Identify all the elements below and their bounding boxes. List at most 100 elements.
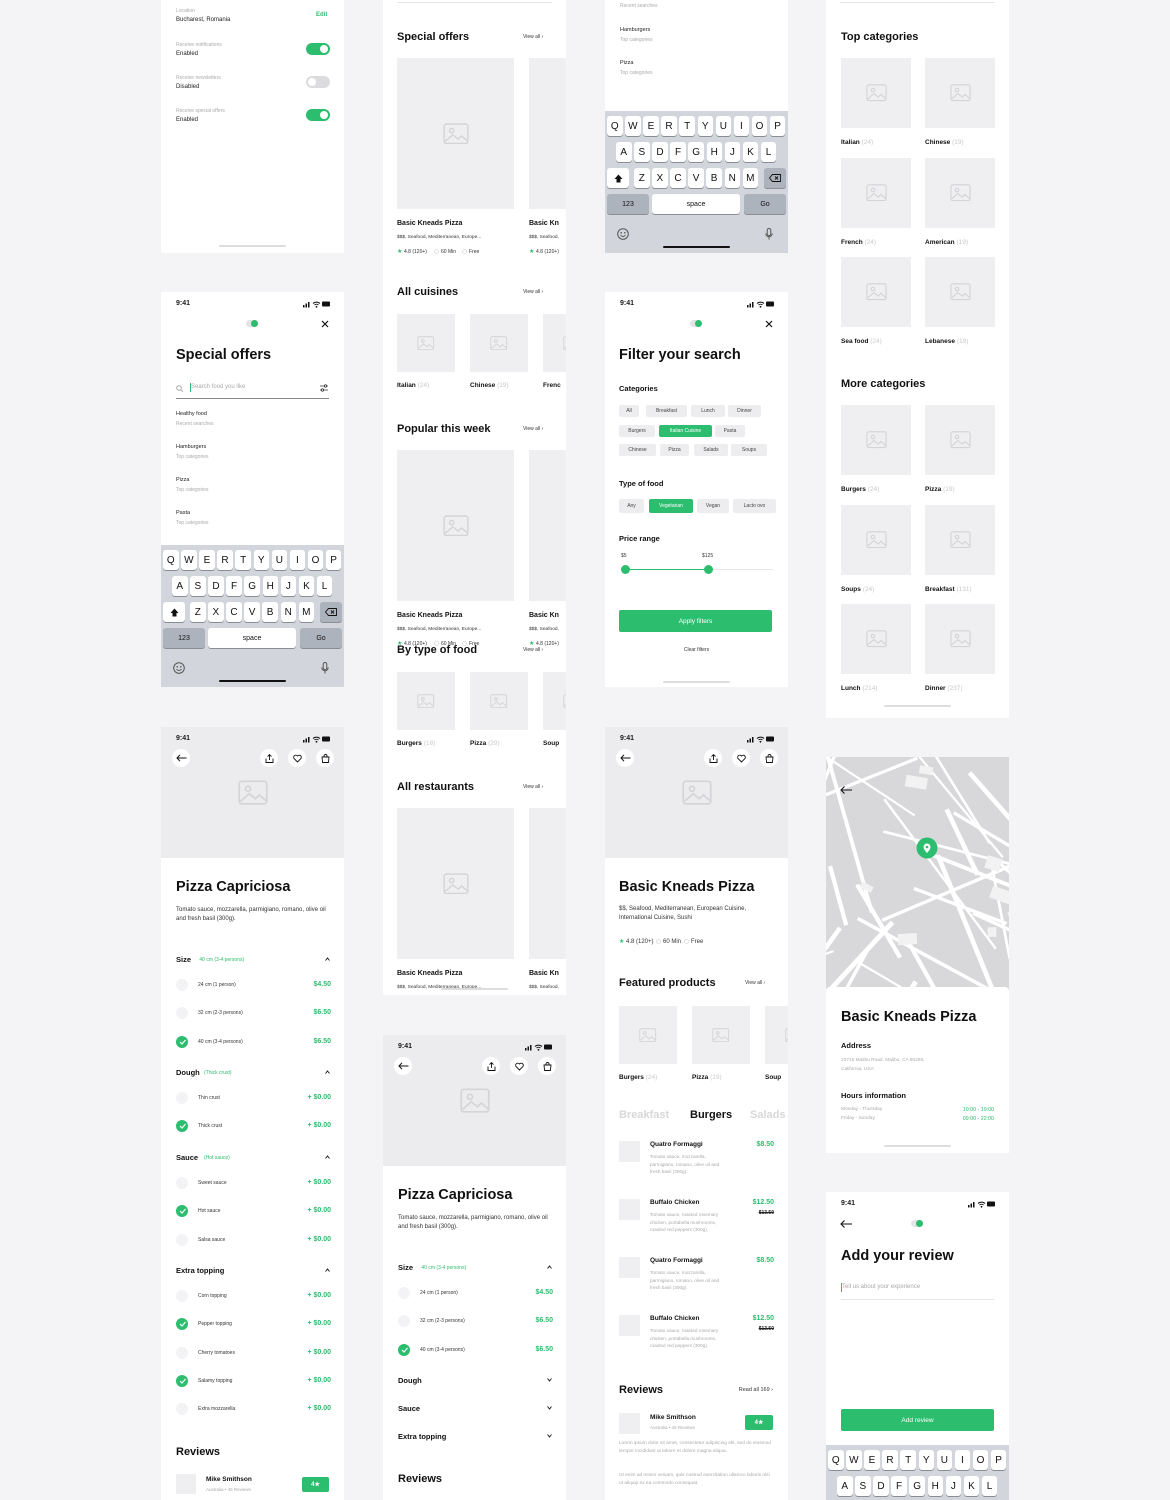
favorite-button[interactable]	[510, 1057, 528, 1075]
key-y[interactable]: Y	[697, 116, 713, 136]
category-tab[interactable]: Burgers	[690, 1109, 732, 1121]
search-suggestion[interactable]: Hamburgers Top categories	[620, 27, 770, 47]
key-n[interactable]: N	[724, 168, 740, 188]
chevron-down-icon[interactable]	[545, 1405, 553, 1411]
key-f[interactable]: F	[670, 142, 686, 162]
category-chip[interactable]: Salads	[694, 444, 728, 456]
key-w[interactable]: W	[846, 1450, 862, 1470]
category-tab[interactable]: Breakfast	[619, 1109, 669, 1121]
category-card[interactable]: Breakfast (131)	[925, 504, 995, 595]
key-h[interactable]: H	[262, 576, 278, 596]
view-all-link[interactable]: View all ›	[523, 34, 543, 40]
key-q[interactable]: Q	[607, 116, 623, 136]
key-d[interactable]: D	[652, 142, 668, 162]
share-button[interactable]	[482, 1057, 500, 1075]
key-s[interactable]: S	[190, 576, 206, 596]
option-row[interactable]: Pepper topping + $0.00	[176, 1318, 331, 1331]
product-row[interactable]: Buffalo Chicken Tomato sauce, roasted ros…	[619, 1199, 774, 1249]
radio-unchecked[interactable]	[176, 1092, 188, 1104]
add-review-button[interactable]: Add review	[841, 1409, 994, 1431]
key-n[interactable]: N	[280, 602, 296, 622]
space-key[interactable]: space	[208, 628, 296, 648]
back-arrow-icon[interactable]	[839, 1219, 853, 1229]
microphone-icon[interactable]	[320, 661, 330, 674]
category-card[interactable]: Soups (24)	[841, 504, 911, 595]
restaurant-card[interactable]: Basic Kn$$$, Seafood, ★4.8 (120+)60 MinF…	[529, 58, 566, 258]
key-g[interactable]: G	[909, 1476, 925, 1496]
key-u[interactable]: U	[936, 1450, 953, 1470]
key-g[interactable]: G	[688, 142, 704, 162]
key-b[interactable]: B	[262, 602, 278, 622]
key-m[interactable]: M	[298, 602, 315, 622]
view-all-link[interactable]: View all ›	[745, 980, 765, 986]
category-card[interactable]: American (19)	[925, 157, 995, 248]
category-card[interactable]: Frenc	[543, 314, 566, 392]
key-t[interactable]: T	[679, 116, 695, 136]
location-pin-icon[interactable]	[916, 837, 938, 859]
restaurant-card[interactable]: Basic Kn$$$, Seafood, ★4.8 (120+)60 MinF…	[529, 450, 566, 650]
key-k[interactable]: K	[963, 1476, 980, 1496]
option-row[interactable]: 40 cm (3-4 persons) $6.50	[398, 1343, 553, 1356]
share-button[interactable]	[704, 749, 722, 767]
key-i[interactable]: I	[289, 550, 306, 570]
key-j[interactable]: J	[280, 576, 297, 596]
category-card[interactable]: French (24)	[841, 157, 911, 248]
product-row[interactable]: Quatro Formaggi Tomato sauce, mozzarella,…	[619, 1141, 774, 1191]
category-chip[interactable]: Breakfast	[646, 405, 687, 417]
key-o[interactable]: O	[307, 550, 324, 570]
key-c[interactable]: C	[670, 168, 686, 188]
cart-button[interactable]	[316, 749, 334, 767]
key-l[interactable]: L	[981, 1476, 998, 1496]
key-u[interactable]: U	[271, 550, 288, 570]
view-all-link[interactable]: View all ›	[523, 426, 543, 432]
radio-unchecked[interactable]	[176, 1403, 188, 1416]
restaurant-card[interactable]: Basic Kneads Pizza $$$, Seafood, Mediterr…	[397, 58, 514, 258]
view-all-link[interactable]: View all ›	[523, 784, 543, 790]
category-card[interactable]: Lunch (214)	[841, 604, 911, 694]
product-row[interactable]: Buffalo Chicken Tomato sauce, roasted ros…	[619, 1315, 774, 1365]
key-x[interactable]: X	[208, 602, 224, 622]
radio-unchecked[interactable]	[176, 1346, 188, 1359]
category-chip[interactable]: Pizza	[660, 444, 689, 456]
radio-unchecked[interactable]	[176, 1290, 188, 1302]
price-slider-handle[interactable]	[703, 565, 713, 574]
radio-checked[interactable]	[176, 1374, 188, 1387]
close-icon[interactable]	[764, 319, 774, 329]
radio-unchecked[interactable]	[176, 1177, 188, 1189]
option-row[interactable]: Thin crust + $0.00	[176, 1092, 331, 1104]
key-l[interactable]: L	[760, 142, 777, 162]
key-v[interactable]: V	[688, 168, 704, 188]
category-card[interactable]: Italian (24)	[841, 58, 911, 148]
chevron-up-icon[interactable]	[323, 1069, 331, 1075]
search-suggestion[interactable]: Pizza Top categories	[620, 60, 770, 80]
category-card[interactable]: Soup	[543, 672, 566, 750]
restaurant-card[interactable]: Basic Kneads Pizza $$$, Seafood, Mediterr…	[397, 808, 514, 995]
key-q[interactable]: Q	[163, 550, 179, 570]
key-u[interactable]: U	[715, 116, 732, 136]
edit-location-link[interactable]: Edit	[316, 12, 327, 18]
radio-unchecked[interactable]	[176, 979, 188, 991]
option-row[interactable]: Thick crust + $0.00	[176, 1120, 331, 1133]
category-card[interactable]: Italian (24)	[397, 314, 455, 392]
search-suggestion[interactable]: Pasta Top categories	[176, 510, 326, 530]
key-k[interactable]: K	[298, 576, 315, 596]
key-g[interactable]: G	[244, 576, 260, 596]
chevron-down-icon[interactable]	[545, 1433, 553, 1439]
restaurant-card[interactable]: Basic Kneads Pizza $$$, Seafood, Mediterr…	[397, 450, 514, 650]
emoji-icon[interactable]	[616, 227, 629, 240]
option-row[interactable]: 24 cm (1 person) $4.50	[176, 979, 331, 991]
key-a[interactable]: A	[172, 576, 188, 596]
microphone-icon[interactable]	[764, 227, 774, 240]
category-card[interactable]: Dinner (237)	[925, 604, 995, 694]
product-row[interactable]: Quatro Formaggi Tomato sauce, mozzarella,…	[619, 1257, 774, 1307]
key-s[interactable]: S	[855, 1476, 871, 1496]
shift-key[interactable]	[607, 168, 629, 188]
back-arrow-icon[interactable]	[839, 785, 853, 795]
key-i[interactable]: I	[733, 116, 750, 136]
key-c[interactable]: C	[226, 602, 242, 622]
toggle-switch[interactable]	[306, 76, 330, 88]
toggle-switch[interactable]	[306, 43, 330, 55]
space-key[interactable]: space	[652, 194, 740, 214]
key-p[interactable]: P	[769, 116, 786, 136]
cart-button[interactable]	[538, 1057, 556, 1075]
